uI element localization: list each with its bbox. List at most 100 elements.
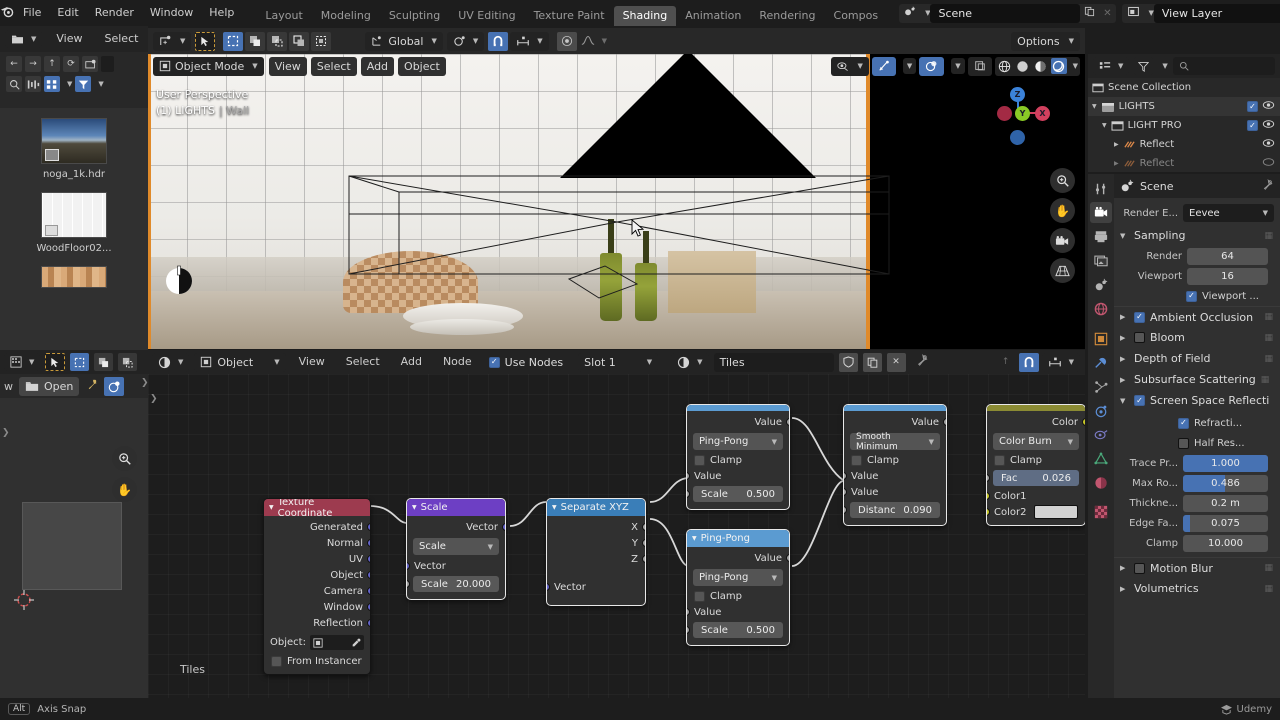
color2-swatch[interactable] [1034, 505, 1078, 519]
filter-funnel-icon[interactable] [75, 76, 92, 92]
node-output-generated[interactable]: Generated [264, 519, 370, 535]
view-layer-name-field[interactable]: View Layer [1153, 3, 1280, 23]
properties-tab-constraints[interactable] [1090, 424, 1112, 445]
pin-icon[interactable] [1261, 178, 1273, 194]
scene-selector[interactable]: ▼ Scene ✕ [899, 3, 1117, 23]
ssr-max-roughness-slider[interactable]: 0.486 [1183, 474, 1268, 492]
node-input-scale[interactable]: Scale 0.500 [687, 486, 783, 502]
shading-rendered-icon[interactable] [1050, 58, 1067, 74]
properties-tab-object-data[interactable] [1090, 448, 1112, 469]
section-ambient-occlusion[interactable]: ▶ Ambient Occlusion ▦ [1114, 306, 1280, 327]
drag-grip-icon[interactable]: ▦ [1264, 563, 1274, 573]
node-operation-dropdown[interactable]: Ping-Pong ▼ [693, 569, 783, 586]
display-size-icon[interactable] [44, 76, 60, 92]
pan-hand-icon[interactable]: ✋ [112, 477, 137, 502]
node-header[interactable]: ▼ Ping-Pong [687, 530, 789, 547]
node-context-dropdown[interactable]: Object ▼ [194, 352, 286, 372]
outliner-row-lights[interactable]: ▼ LIGHTS [1088, 97, 1280, 116]
material-browse-dropdown[interactable]: ▼ [671, 352, 709, 372]
outliner-row-reflect-1[interactable]: ▶ Reflect [1088, 135, 1280, 154]
ssr-edge-fading-slider[interactable]: 0.075 [1183, 514, 1268, 532]
node-texture-coordinate[interactable]: ▼ Texture Coordinate Generated Normal UV… [263, 498, 371, 675]
node-operation-dropdown[interactable]: Smooth Minimum ▼ [850, 432, 940, 452]
image-canvas[interactable] [22, 502, 122, 590]
magnet-icon[interactable] [488, 31, 509, 51]
node-menu-view[interactable]: View [291, 351, 333, 373]
file-item-wood[interactable] [10, 266, 138, 288]
node-menu-add[interactable]: Add [393, 351, 430, 373]
disclosure-triangle-icon[interactable]: ▶ [1120, 313, 1129, 321]
disclosure-triangle-icon[interactable]: ▼ [1102, 122, 1107, 129]
falloff-curve-icon[interactable] [581, 34, 595, 49]
chevron-down-icon[interactable]: ▼ [67, 80, 72, 88]
disclosure-triangle-icon[interactable]: ▶ [1114, 160, 1119, 167]
tab-modeling[interactable]: Modeling [312, 6, 380, 26]
outliner-search-input[interactable] [1172, 57, 1275, 75]
disclosure-triangle-icon[interactable]: ▶ [1120, 564, 1129, 572]
properties-tab-world[interactable] [1090, 298, 1112, 319]
node-output-uv[interactable]: UV [264, 551, 370, 567]
viewport-menu-object[interactable]: Object [398, 56, 446, 76]
viewport-menu-view[interactable]: View [268, 56, 307, 76]
gizmo-toggle[interactable] [871, 56, 896, 76]
node-input-scale[interactable]: Scale 20.000 [407, 576, 499, 592]
ssr-refraction-checkbox[interactable] [1178, 417, 1189, 429]
gizmo-axis-neg-z[interactable] [1010, 130, 1025, 145]
node-header[interactable]: ▼ Separate XYZ [547, 499, 645, 516]
pan-hand-icon[interactable]: ✋ [1050, 198, 1075, 223]
node-header[interactable]: ▼ Texture Coordinate [264, 499, 370, 519]
node-input-value[interactable]: Value [687, 604, 789, 620]
file-menu-select[interactable]: Select [97, 28, 147, 50]
collapse-triangle-icon[interactable]: ▼ [412, 504, 417, 511]
disclosure-triangle-icon[interactable]: ▶ [1120, 334, 1129, 342]
outliner-row-scene-collection[interactable]: Scene Collection [1088, 78, 1280, 97]
node-output-object[interactable]: Object [264, 567, 370, 583]
menu-edit[interactable]: Edit [49, 2, 86, 24]
tab-layout[interactable]: Layout [256, 6, 311, 26]
blender-logo-icon[interactable] [0, 4, 15, 23]
object-mode-dropdown[interactable]: Object Mode ▼ [153, 56, 264, 76]
node-output-x[interactable]: X [547, 519, 645, 535]
shading-solid-icon[interactable] [1015, 58, 1031, 74]
snap-increment-dropdown[interactable]: ▼ [510, 31, 549, 51]
material-name-field[interactable]: Tiles [713, 352, 834, 372]
node-input-distance[interactable]: Distanc 0.090 [844, 502, 940, 518]
snap-increment-dropdown[interactable]: ▼ [1041, 352, 1080, 372]
tweak-cursor-icon[interactable] [195, 31, 216, 51]
node-input-value-2[interactable]: Value [844, 484, 946, 500]
ssr-half-res-row[interactable]: Half Res... [1114, 433, 1280, 453]
file-item-woodfloor[interactable]: WoodFloor02... [10, 192, 138, 254]
pin-icon[interactable] [915, 353, 928, 370]
panel-expand-arrow-right[interactable]: ❯ [141, 378, 149, 388]
select-extend-icon[interactable] [245, 31, 266, 51]
refresh-icon[interactable]: ⟳ [63, 56, 79, 72]
node-output-reflection[interactable]: Reflection [264, 615, 370, 631]
node-input-value-1[interactable]: Value [844, 468, 946, 484]
chevron-down-icon[interactable]: ▼ [902, 58, 917, 74]
collection-enable-checkbox[interactable] [1247, 101, 1258, 112]
ssr-half-res-checkbox[interactable] [1178, 437, 1189, 449]
disclosure-triangle-icon[interactable]: ▶ [1114, 141, 1119, 148]
tab-rendering[interactable]: Rendering [750, 6, 824, 26]
node-math-ping-pong-bottom[interactable]: ▼ Ping-Pong Value Ping-Pong ▼ Clamp Value [686, 529, 790, 646]
visibility-eye-icon[interactable] [1262, 138, 1275, 151]
drag-grip-icon[interactable]: ▦ [1264, 231, 1274, 241]
camera-icon[interactable] [1050, 228, 1075, 253]
properties-tab-tool[interactable] [1090, 178, 1112, 199]
search-icon[interactable] [6, 76, 22, 92]
node-clamp-checkbox[interactable]: Clamp [987, 453, 1085, 468]
x-icon[interactable]: ✕ [1098, 8, 1116, 19]
viewport-menu-add[interactable]: Add [360, 56, 395, 76]
use-nodes-checkbox[interactable] [488, 356, 500, 368]
properties-tab-texture[interactable] [1090, 501, 1112, 522]
node-output-y[interactable]: Y [547, 535, 645, 551]
disclosure-triangle-icon[interactable]: ▶ [1120, 355, 1129, 363]
node-sidebar-toggle[interactable]: ❯ [150, 394, 158, 404]
select-subtract-icon[interactable] [118, 353, 138, 371]
node-header[interactable]: ▼ Scale [407, 499, 505, 516]
panel-expand-arrow-left[interactable]: ❯ [2, 428, 10, 438]
drag-grip-icon[interactable]: ▦ [1261, 375, 1271, 385]
tweak-tool-dropdown[interactable]: ▼ [153, 31, 192, 51]
ambient-occlusion-checkbox[interactable] [1134, 311, 1145, 323]
chevron-down-icon[interactable]: ▼ [951, 58, 965, 74]
